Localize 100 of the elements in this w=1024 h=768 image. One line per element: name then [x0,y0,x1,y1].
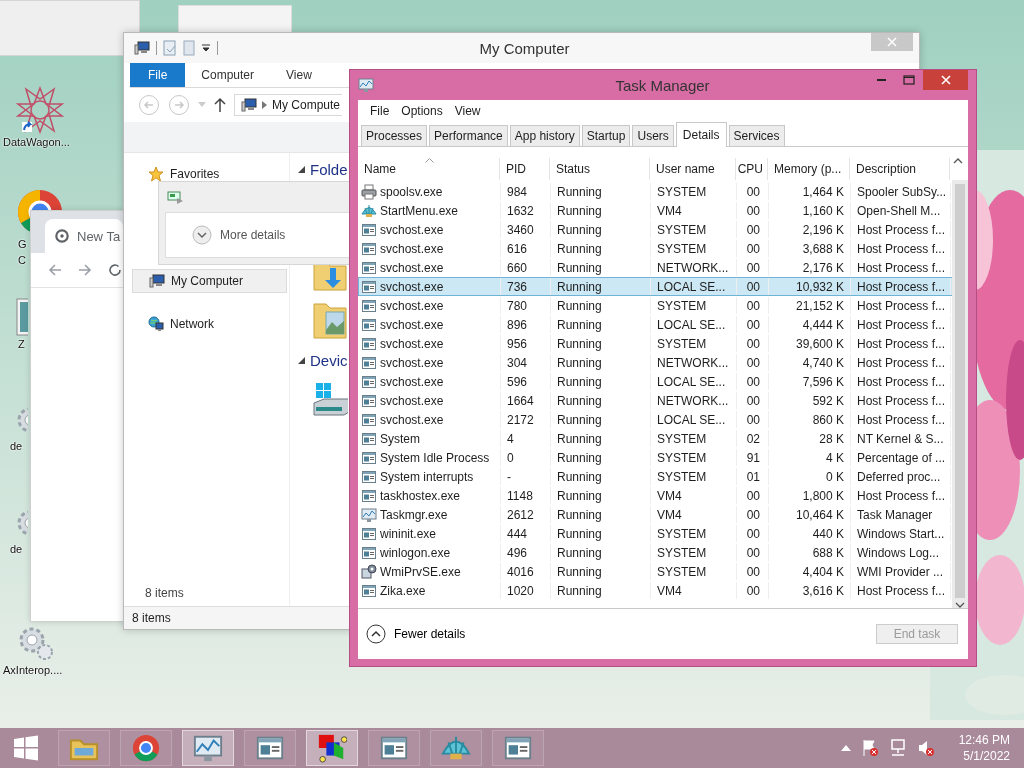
menu-item[interactable]: View [448,103,487,118]
table-row[interactable]: taskhostex.exe 1148 Running VM4 00 1,800 K Host Process f... [358,486,954,505]
table-cell: spoolsv.exe [359,183,501,200]
tab[interactable]: Startup [581,125,631,146]
table-cell: LOCAL SE... [651,373,737,390]
table-row[interactable]: StartMenu.exe 1632 Running VM4 00 1,160 K Open-Shell M... [358,201,954,220]
star-logo-icon[interactable] [16,86,64,134]
table-cell: LOCAL SE... [651,316,737,333]
table-row[interactable]: svchost.exe 2172 Running LOCAL SE... 00 860 K Host Process f... [358,410,954,429]
volume-muted-icon[interactable] [916,739,935,757]
table-row[interactable]: svchost.exe 3460 Running SYSTEM 00 2,196 K Host Process f... [358,220,954,239]
tab[interactable]: Details [675,122,727,147]
window-icon [361,487,377,504]
up-arrow-icon[interactable] [214,97,226,113]
table-cell: 592 K [769,392,851,409]
taskbar-button[interactable] [368,730,420,766]
table-row[interactable]: svchost.exe 956 Running SYSTEM 00 39,600 K Host Process f... [358,334,954,353]
table-cell: WMI Provider ... [851,563,951,580]
taskbar-button[interactable] [182,730,234,766]
column-header[interactable]: CPU [736,158,768,180]
icon-label: C [17,253,26,268]
chevron-up-icon[interactable] [840,745,851,751]
nav-item[interactable]: Network [124,313,289,335]
computer-icon [149,273,165,289]
taskbar-button[interactable] [120,730,172,766]
forward-arrow-icon[interactable] [77,262,93,278]
scroll-down-icon[interactable] [955,602,965,608]
taskbar-button[interactable] [492,730,544,766]
computer-icon [241,97,257,113]
table-row[interactable]: winlogon.exe 496 Running SYSTEM 00 688 K Windows Log... [358,543,954,562]
collapse-triangle-icon[interactable] [298,357,305,364]
ribbon-tab[interactable]: View [270,63,328,87]
table-cell: Running [551,468,651,485]
tab[interactable]: Services [728,125,785,146]
table-row[interactable]: System interrupts - Running SYSTEM 01 0 K Deferred proc... [358,467,954,486]
reload-icon[interactable] [107,262,123,278]
back-arrow-icon[interactable] [47,262,63,278]
table-cell: 7,596 K [769,373,851,390]
table-row[interactable]: svchost.exe 660 Running NETWORK... 00 2,176 K Host Process f... [358,258,954,277]
table-row[interactable]: svchost.exe 736 Running LOCAL SE... 00 10,932 K Host Process f... [358,277,954,296]
collapse-triangle-icon[interactable] [298,166,305,173]
column-header[interactable]: Name [358,158,500,180]
table-cell: 28 K [769,430,851,447]
column-header[interactable]: Memory (p... [768,158,850,180]
properties-icon[interactable] [163,40,177,56]
table-cell: SYSTEM [651,525,737,542]
table-row[interactable]: Zika.exe 1020 Running VM4 00 3,616 K Host Process f... [358,581,954,600]
tab[interactable]: App history [509,125,580,146]
computer-icon[interactable] [134,40,150,56]
nav-item[interactable]: Favorites [124,163,289,185]
table-cell: 00 [737,506,769,523]
table-row[interactable]: System 4 Running SYSTEM 02 28 K NT Kernel & S... [358,429,954,448]
network-icon[interactable] [888,739,907,757]
table-cell: Running [551,506,651,523]
column-header[interactable]: User name [650,158,736,180]
table-row[interactable]: System Idle Process 0 Running SYSTEM 91 4 K Percentage of ... [358,448,954,467]
nav-item[interactable]: My Computer [132,269,287,293]
more-details-button[interactable]: More details [192,225,286,245]
table-cell: 00 [737,525,769,542]
tab[interactable]: Processes [361,125,428,146]
drive-icon[interactable] [312,381,348,417]
scrollbar-thumb[interactable] [955,184,965,598]
table-row[interactable]: svchost.exe 304 Running NETWORK... 00 4,740 K Host Process f... [358,353,954,372]
table-cell: SYSTEM [651,544,737,561]
scroll-up-icon[interactable] [953,158,963,164]
table-row[interactable]: svchost.exe 616 Running SYSTEM 00 3,688 K Host Process f... [358,239,954,258]
menu-item[interactable]: File [364,103,396,118]
taskbar-button[interactable] [244,730,296,766]
chevron-icon [262,101,267,109]
scrollbar-track[interactable] [952,180,968,608]
table-row[interactable]: svchost.exe 780 Running SYSTEM 00 21,152 K Host Process f... [358,296,954,315]
column-header[interactable]: Status [550,158,650,180]
column-header[interactable]: PID [500,158,550,180]
table-row[interactable]: Taskmgr.exe 2612 Running VM4 00 10,464 K Task Manager [358,505,954,524]
table-row[interactable]: WmiPrvSE.exe 4016 Running SYSTEM 00 4,404 K WMI Provider ... [358,562,954,581]
flag-icon[interactable] [860,739,879,757]
table-cell: Host Process f... [851,335,951,352]
table-row[interactable]: svchost.exe 1664 Running NETWORK... 00 592 K Host Process f... [358,391,954,410]
table-cell: Host Process f... [851,259,951,276]
taskbar-button[interactable] [306,730,358,766]
monitor-chart-icon [193,733,223,763]
browser-tab[interactable]: New Ta [45,219,123,253]
table-row[interactable]: svchost.exe 896 Running LOCAL SE... 00 4,444 K Host Process f... [358,315,954,334]
table-row[interactable]: wininit.exe 444 Running SYSTEM 00 440 K Windows Start... [358,524,954,543]
close-button[interactable] [923,70,968,90]
table-row[interactable]: svchost.exe 596 Running LOCAL SE... 00 7,596 K Host Process f... [358,372,954,391]
tab[interactable]: Users [632,125,674,146]
tab[interactable]: Performance [429,125,508,146]
table-cell: Running [551,563,651,580]
icon-label: de [9,439,23,454]
ribbon-tab[interactable]: Computer [185,63,271,87]
table-cell: SYSTEM [651,563,737,580]
ribbon-tab[interactable]: File [130,63,186,87]
table-row[interactable]: spoolsv.exe 984 Running SYSTEM 00 1,464 K Spooler SubSy... [358,182,954,201]
icon-label: DataWagon... [2,135,70,150]
table-cell: Running [551,582,651,599]
address-bar[interactable]: My Compute [234,94,342,116]
menu-item[interactable]: Options [395,103,449,118]
dropdown-icon[interactable] [201,43,211,53]
column-header[interactable]: Description [850,158,950,180]
